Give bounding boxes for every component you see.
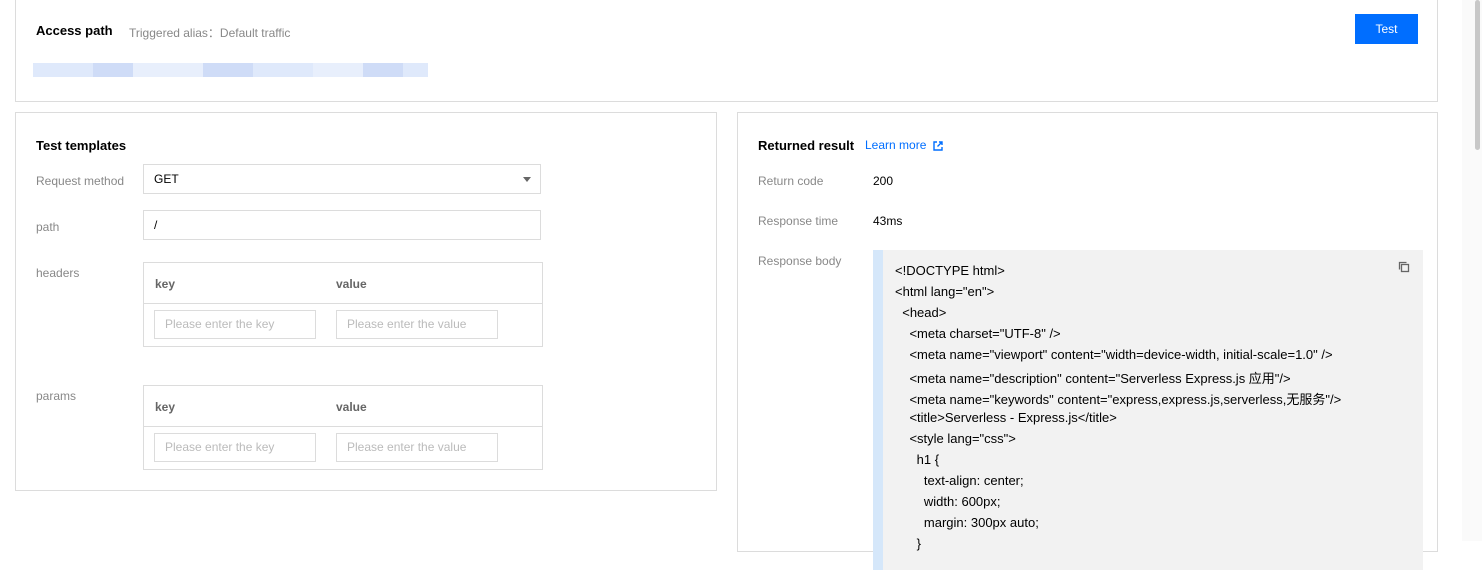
chevron-down-icon	[523, 177, 531, 182]
code-line: <meta name="description" content="Server…	[895, 371, 1291, 386]
code-line: text-align: center;	[895, 473, 1024, 488]
path-label: path	[36, 220, 60, 234]
learn-more-label: Learn more	[865, 138, 927, 152]
code-line: <html lang="en">	[895, 284, 995, 299]
access-path-panel: Access path Triggered alias：Default traf…	[15, 0, 1438, 102]
params-table-header: key value	[144, 386, 542, 427]
code-line: }	[895, 536, 922, 551]
headers-value-input[interactable]: Please enter the value	[336, 310, 498, 339]
response-body-label: Response body	[758, 254, 842, 268]
request-method-label: Request method	[36, 174, 125, 188]
response-time-label: Response time	[758, 214, 839, 228]
page-scrollbar-thumb[interactable]	[1475, 0, 1480, 150]
learn-more-link[interactable]: Learn more	[865, 138, 943, 152]
test-templates-panel: Test templates Request method GET path /…	[15, 112, 717, 491]
code-line: <meta name="keywords" content="express,e…	[895, 392, 1342, 407]
request-method-select[interactable]: GET	[143, 164, 541, 194]
headers-key-input[interactable]: Please enter the key	[154, 310, 316, 339]
request-method-value: GET	[154, 172, 179, 186]
headers-key-header: key	[155, 277, 176, 291]
path-input[interactable]: /	[143, 210, 541, 240]
copy-icon[interactable]	[1398, 261, 1410, 273]
triggered-alias-text: Triggered alias：Default traffic	[129, 26, 291, 40]
test-templates-title: Test templates	[36, 138, 127, 153]
test-button[interactable]: Test	[1355, 14, 1418, 44]
headers-label: headers	[36, 266, 80, 280]
code-line: <title>Serverless - Express.js</title>	[895, 410, 1117, 425]
code-line: <meta charset="UTF-8" />	[895, 326, 1061, 341]
return-code-label: Return code	[758, 174, 824, 188]
returned-result-title: Returned result	[758, 138, 855, 153]
params-value-input[interactable]: Please enter the value	[336, 433, 498, 462]
params-key-header: key	[155, 400, 176, 414]
params-key-input[interactable]: Please enter the key	[154, 433, 316, 462]
code-line: <meta name="viewport" content="width=dev…	[895, 347, 1333, 362]
code-line: <!DOCTYPE html>	[895, 263, 1005, 278]
params-table: key value Please enter the key Please en…	[143, 385, 543, 470]
params-label: params	[36, 389, 77, 403]
code-line: margin: 300px auto;	[895, 515, 1039, 530]
external-link-icon	[933, 141, 943, 151]
response-body-code[interactable]: <!DOCTYPE html> <html lang="en"> <head> …	[873, 250, 1423, 570]
headers-value-header: value	[336, 277, 367, 291]
params-value-header: value	[336, 400, 367, 414]
headers-table-header: key value	[144, 263, 542, 304]
returned-result-panel: Returned result Learn more Return code 2…	[737, 112, 1438, 570]
return-code-value: 200	[873, 174, 894, 188]
access-path-title: Access path	[36, 23, 113, 38]
headers-table: key value Please enter the key Please en…	[143, 262, 543, 347]
code-line: <style lang="css">	[895, 431, 1016, 446]
code-line: <head>	[895, 305, 947, 320]
code-line: h1 {	[895, 452, 940, 467]
response-time-value: 43ms	[873, 214, 903, 228]
code-line: width: 600px;	[895, 494, 1001, 509]
